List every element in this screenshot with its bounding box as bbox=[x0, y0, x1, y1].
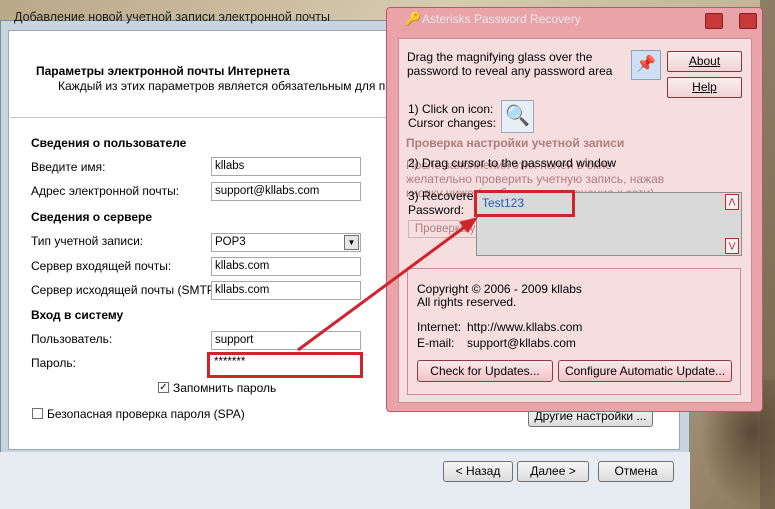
arrow-line bbox=[297, 224, 467, 352]
connector-arrow bbox=[297, 217, 478, 352]
